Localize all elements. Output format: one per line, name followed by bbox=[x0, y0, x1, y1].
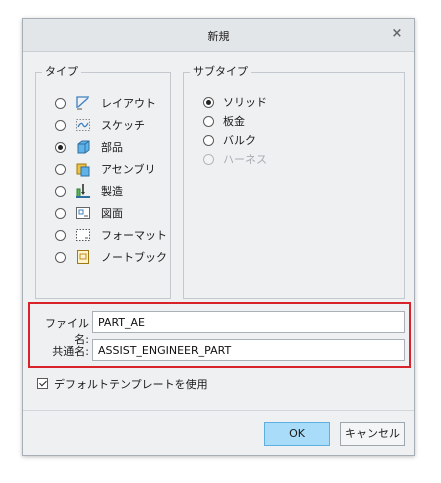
radio-part[interactable] bbox=[55, 141, 66, 153]
use-default-template-checkbox[interactable] bbox=[37, 378, 48, 389]
layout-icon bbox=[76, 96, 89, 110]
type-group-legend: タイプ bbox=[42, 65, 81, 79]
title-bar: 新規 × bbox=[23, 19, 414, 52]
close-icon[interactable]: × bbox=[389, 26, 405, 42]
notebook-icon bbox=[77, 250, 89, 264]
ok-button[interactable]: OK bbox=[264, 422, 330, 446]
radio-sheetmetal[interactable] bbox=[203, 115, 214, 127]
sketch-icon bbox=[76, 119, 90, 131]
radio-solid[interactable] bbox=[203, 96, 214, 108]
radio-assembly[interactable] bbox=[55, 163, 66, 175]
subtype-group-legend: サブタイプ bbox=[190, 65, 251, 79]
type-label-drawing: 図面 bbox=[101, 207, 123, 220]
type-label-manufacturing: 製造 bbox=[101, 185, 123, 198]
type-option-drawing[interactable]: 図面 bbox=[55, 203, 123, 223]
radio-sketch[interactable] bbox=[55, 119, 66, 131]
name-fields-highlight: ファイル名: 共通名: bbox=[28, 302, 411, 368]
button-separator bbox=[23, 410, 414, 411]
type-option-layout[interactable]: レイアウト bbox=[55, 93, 156, 113]
radio-manufacturing[interactable] bbox=[55, 185, 66, 197]
use-default-template-label: デフォルトテンプレートを使用 bbox=[54, 378, 208, 391]
radio-drawing[interactable] bbox=[55, 207, 66, 219]
type-label-part: 部品 bbox=[101, 141, 123, 154]
manufacturing-icon bbox=[76, 184, 90, 198]
subtype-option-bulk[interactable]: バルク bbox=[203, 130, 256, 150]
cancel-button[interactable]: キャンセル bbox=[340, 422, 405, 446]
new-dialog: 新規 × タイプ レイアウト スケッチ 部品 アセンブリ 製造 図面 フォーマッ… bbox=[22, 18, 415, 456]
subtype-option-solid[interactable]: ソリッド bbox=[203, 92, 267, 112]
common-name-input[interactable] bbox=[92, 339, 405, 361]
assembly-icon bbox=[76, 163, 90, 177]
dialog-title: 新規 bbox=[207, 30, 230, 43]
subtype-group: サブタイプ ソリッド 板金 バルク ハーネス bbox=[183, 65, 405, 299]
radio-layout[interactable] bbox=[55, 97, 66, 109]
radio-bulk[interactable] bbox=[203, 134, 214, 146]
subtype-label-bulk: バルク bbox=[223, 134, 256, 147]
subtype-label-solid: ソリッド bbox=[223, 96, 267, 109]
subtype-option-harness: ハーネス bbox=[203, 149, 267, 169]
type-label-sketch: スケッチ bbox=[101, 119, 145, 132]
type-label-layout: レイアウト bbox=[101, 97, 156, 110]
type-label-format: フォーマット bbox=[101, 229, 167, 242]
type-label-assembly: アセンブリ bbox=[101, 163, 156, 176]
drawing-icon bbox=[76, 207, 90, 219]
type-group: タイプ レイアウト スケッチ 部品 アセンブリ 製造 図面 フォーマット ノート… bbox=[35, 65, 171, 299]
subtype-label-sheetmetal: 板金 bbox=[223, 115, 245, 128]
radio-notebook[interactable] bbox=[55, 251, 66, 263]
radio-harness bbox=[203, 153, 214, 165]
type-option-notebook[interactable]: ノートブック bbox=[55, 247, 167, 267]
common-name-label: 共通名: bbox=[52, 345, 89, 358]
file-name-input[interactable] bbox=[92, 311, 405, 333]
type-option-sketch[interactable]: スケッチ bbox=[55, 115, 145, 135]
subtype-option-sheetmetal[interactable]: 板金 bbox=[203, 111, 245, 131]
subtype-label-harness: ハーネス bbox=[223, 153, 267, 166]
radio-format[interactable] bbox=[55, 229, 66, 241]
type-option-assembly[interactable]: アセンブリ bbox=[55, 159, 155, 179]
type-option-format[interactable]: フォーマット bbox=[55, 225, 167, 245]
type-label-notebook: ノートブック bbox=[101, 251, 167, 264]
part-icon bbox=[77, 140, 90, 154]
format-icon bbox=[76, 229, 90, 241]
type-option-part[interactable]: 部品 bbox=[55, 137, 123, 157]
type-option-manufacturing[interactable]: 製造 bbox=[55, 181, 123, 201]
